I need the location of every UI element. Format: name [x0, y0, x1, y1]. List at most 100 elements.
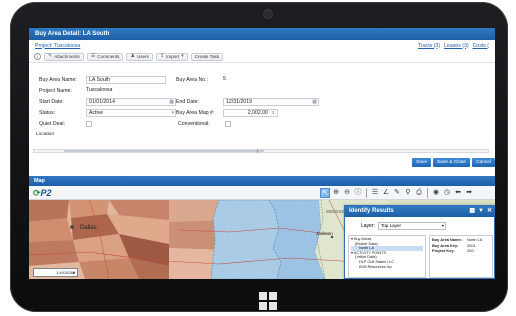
buy-area-map-label: Buy Area Map #:	[176, 109, 215, 116]
back-arrow-icon[interactable]: ⬅	[453, 188, 463, 198]
delete-icon[interactable]: ▩	[469, 206, 475, 217]
map-toolbar: ⟳P2 ⇱ ⊕ ⊖ ⓘ ☰ ∠ ✎ ⚲ ⎙ ◉ ◷ ⬅ ➡	[29, 186, 495, 200]
row-dates: Start Date: 01/01/2014 ▦ End Date: 12/31/…	[39, 97, 319, 106]
map-label-jackson: Jackson	[316, 231, 333, 236]
logo-text: P2	[40, 188, 52, 198]
toolbar-separator	[427, 188, 428, 198]
splitter-handle[interactable]	[257, 149, 258, 153]
tree-node-label: HLP Gulf States LLC	[359, 259, 395, 264]
results-detail: Buy Area Name: North LA Buy Area Key: 2001…	[429, 235, 493, 278]
buy-area-map-input[interactable]: 2,002.00 ⇕	[223, 108, 278, 117]
buy-area-form: Buy Area Name: LA South Buy Area No.: 5 …	[29, 72, 495, 139]
project-link[interactable]: Project: Tuscaloosa	[35, 43, 80, 49]
create-task-button[interactable]: Create Task	[190, 52, 224, 61]
buy-area-name-label: Buy Area Name:	[39, 76, 77, 83]
create-task-label: Create Task	[194, 54, 220, 59]
detail-value: North LA	[467, 237, 483, 242]
horizontal-scrollbar[interactable]	[33, 149, 489, 153]
tree-node-label: Buy Areas	[353, 237, 372, 241]
row-status: Status: Active ▾ Buy Area Map #: 2,002.00…	[39, 108, 278, 117]
attachments-button[interactable]: ✎ Attachments	[44, 52, 84, 61]
save-close-button[interactable]: Save & Close	[433, 158, 471, 167]
measure-icon[interactable]: ∠	[381, 188, 391, 198]
project-name-value: Tuscaloosa	[86, 86, 113, 93]
tree-node-bxb[interactable]: BXB Resources Inc	[351, 265, 423, 270]
layer-select[interactable]: Top Layer ▾	[377, 222, 446, 230]
breadcrumb: Project: Tuscaloosa Tracts (3) Leases (3…	[29, 40, 495, 51]
conventional-checkbox[interactable]	[225, 120, 231, 127]
close-icon[interactable]: ✕	[487, 206, 492, 217]
start-date-value: 01/01/2014	[89, 98, 115, 105]
upload-icon: ↥	[159, 53, 165, 59]
chevron-down-icon: ▾	[72, 270, 75, 275]
end-date-value: 12/31/2019	[226, 98, 252, 105]
zoom-out-icon[interactable]: ⊖	[342, 188, 352, 198]
leases-link[interactable]: Leases (3)	[444, 43, 469, 49]
detail-label: Project Key:	[432, 248, 455, 254]
search-icon[interactable]: ⚲	[403, 188, 413, 198]
zoom-in-icon[interactable]: ⊕	[331, 188, 341, 198]
buy-area-no-value: 5	[223, 75, 226, 82]
quiet-deal-label: Quiet Deal:	[39, 120, 65, 127]
map-scale[interactable]: 1:4915282 ▾	[33, 268, 78, 277]
status-label: Status:	[39, 109, 56, 116]
layer-label: Layer:	[361, 223, 375, 229]
chevron-down-icon: ▾	[181, 53, 184, 59]
cancel-button[interactable]: Cancel	[472, 158, 495, 167]
start-date-input[interactable]: 01/01/2014 ▦	[86, 97, 176, 106]
row-location: Location	[36, 130, 54, 139]
camera-icon	[264, 10, 272, 18]
map-section-title: Map	[29, 176, 495, 186]
project-name-label: Project Name:	[39, 87, 72, 94]
paperclip-icon: ✎	[48, 53, 53, 59]
draw-pencil-icon[interactable]: ✎	[392, 188, 402, 198]
buy-area-no-label: Buy Area No.:	[176, 76, 209, 83]
related-links: Tracts (3) Leases (3) Costs (	[418, 43, 489, 49]
end-date-input[interactable]: 12/31/2019 ▦	[223, 97, 319, 106]
select-arrow-icon[interactable]: ⇱	[320, 188, 330, 198]
status-select[interactable]: Active ▾	[86, 108, 176, 117]
clock-icon[interactable]: ◷	[442, 188, 452, 198]
info-icon[interactable]: i	[34, 53, 41, 60]
conventional-label: Conventional:	[178, 120, 210, 127]
window-title: Buy Area Detail: LA South	[29, 28, 495, 40]
save-button[interactable]: Save	[412, 158, 431, 167]
location-label: Location	[36, 132, 55, 137]
chevron-down-icon: ▾	[441, 223, 444, 228]
users-button[interactable]: ♟ Users	[126, 52, 153, 61]
quiet-deal-checkbox[interactable]	[86, 120, 92, 127]
detail-toolbar: i ✎ Attachments ☰ Comments ♟ Users ↥ Import ▾…	[29, 51, 495, 63]
import-button[interactable]: ↥ Import ▾	[155, 52, 188, 61]
calendar-icon[interactable]: ▦	[169, 99, 174, 106]
end-date-label: End Date:	[176, 98, 200, 105]
detail-value: 2001	[467, 242, 476, 248]
identify-info-icon[interactable]: ⓘ	[353, 188, 363, 198]
forward-arrow-icon[interactable]: ➡	[464, 188, 474, 198]
spinner-icon[interactable]: ⇕	[272, 110, 275, 117]
scrollbar-thumb[interactable]	[64, 150, 264, 152]
chevron-down-icon: ▾	[171, 109, 174, 116]
tracts-link[interactable]: Tracts (3)	[418, 43, 440, 49]
comment-icon: ☰	[90, 53, 96, 59]
layer-value: Top Layer	[380, 223, 402, 228]
toolbar-separator	[366, 188, 367, 198]
collapse-icon[interactable]: ▼	[478, 206, 484, 217]
layers-icon[interactable]: ☰	[370, 188, 380, 198]
map-label-dallas: Dallas	[80, 225, 97, 231]
comments-button[interactable]: ☰ Comments	[86, 52, 124, 61]
p2-logo: ⟳P2	[33, 188, 52, 199]
layer-row: Layer: Top Layer ▾	[361, 222, 446, 230]
map-panel: Dallas Jackson MISSISSIPPI ⟳P2 ⇱ ⊕ ⊖ ⓘ ☰…	[29, 186, 495, 279]
costs-link[interactable]: Costs (	[473, 43, 489, 49]
print-icon[interactable]: ⎙	[414, 188, 424, 198]
start-date-label: Start Date:	[39, 98, 64, 105]
identify-results-panel: Identify Results ▩ ▼ ✕ Layer: Top Layer ▾…	[344, 205, 495, 279]
logo-swirl-icon: ⟳	[33, 188, 41, 198]
users-icon: ♟	[130, 53, 135, 59]
windows-home-button[interactable]	[259, 292, 277, 310]
buy-area-name-input[interactable]: LA South	[86, 75, 166, 84]
globe-icon[interactable]: ◉	[431, 188, 441, 198]
calendar-icon[interactable]: ▦	[312, 99, 317, 106]
results-tree[interactable]: ▾ Buy Areas (Broker Data) North LA ▾ ACT…	[348, 235, 426, 278]
users-label: Users	[136, 54, 149, 59]
